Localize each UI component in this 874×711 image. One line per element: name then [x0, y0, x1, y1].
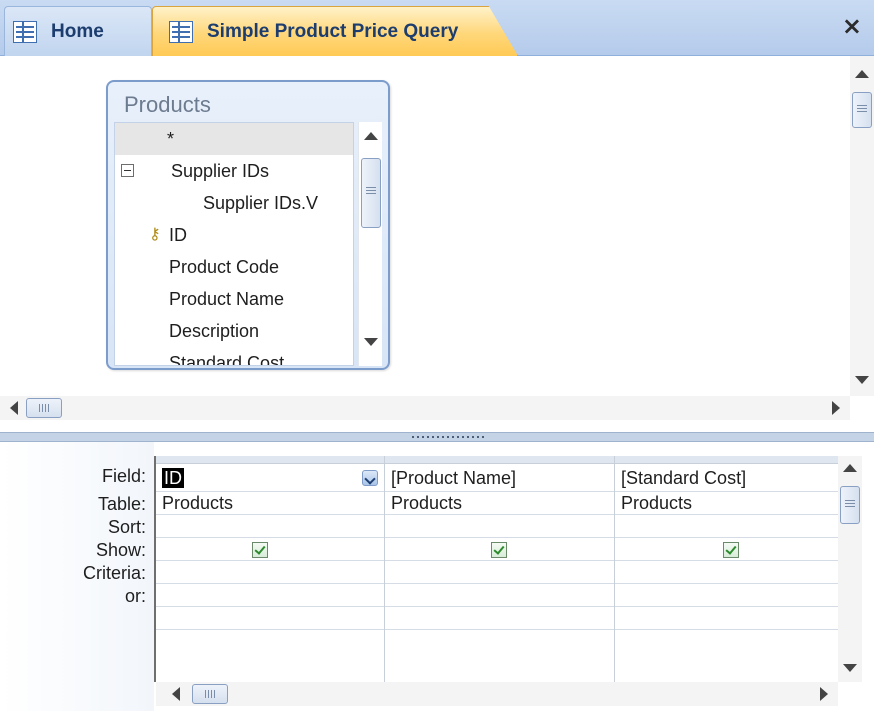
- products-table-box[interactable]: Products * Supplier IDs Supplier IDs.V ⚷…: [106, 80, 390, 370]
- scroll-left-icon[interactable]: [10, 401, 18, 415]
- show-checkbox[interactable]: [252, 542, 268, 558]
- grid-column: [Product Name] Products: [385, 456, 615, 682]
- grid-row-labels: Field: Table: Sort: Show: Criteria: or:: [0, 442, 154, 711]
- or-cell[interactable]: [385, 584, 614, 607]
- scrollbar-thumb[interactable]: [361, 158, 381, 228]
- field-cell-value: ID: [162, 468, 184, 488]
- pane-splitter[interactable]: [0, 432, 874, 442]
- field-list-item-label: Product Name: [169, 289, 285, 309]
- field-list-item-label: Supplier IDs: [171, 161, 270, 181]
- sort-cell[interactable]: [385, 515, 614, 538]
- empty-cell[interactable]: [385, 607, 614, 630]
- tab-home-label: Home: [51, 20, 104, 42]
- grid-vertical-scrollbar[interactable]: [838, 456, 862, 682]
- field-list-item-label: Standard Cost: [169, 353, 285, 366]
- field-list-item-product-name[interactable]: Product Name: [115, 283, 353, 315]
- close-icon[interactable]: ×: [842, 12, 862, 40]
- empty-cell[interactable]: [615, 607, 840, 630]
- scroll-left-icon[interactable]: [172, 687, 180, 701]
- empty-cell[interactable]: [615, 630, 840, 653]
- field-list-scrollbar[interactable]: [358, 122, 382, 366]
- document-tab-bar: Home Simple Product Price Query ×: [0, 0, 874, 56]
- or-cell[interactable]: [615, 584, 840, 607]
- show-cell[interactable]: [615, 538, 840, 561]
- table-pane-horizontal-scrollbar[interactable]: [0, 396, 850, 420]
- or-cell[interactable]: [156, 584, 384, 607]
- row-label-or: or:: [124, 586, 146, 606]
- sort-cell[interactable]: [615, 515, 840, 538]
- empty-cell[interactable]: [156, 630, 384, 653]
- row-label-show: Show:: [95, 540, 146, 560]
- field-cell[interactable]: [Product Name]: [385, 464, 614, 492]
- field-list-item-description[interactable]: Description: [115, 315, 353, 347]
- collapse-icon[interactable]: [121, 164, 134, 177]
- field-list-item-label: Supplier IDs.V: [203, 193, 319, 213]
- scroll-up-icon[interactable]: [843, 464, 857, 472]
- query-table-pane: Products * Supplier IDs Supplier IDs.V ⚷…: [0, 56, 874, 432]
- row-label-table: Table:: [97, 494, 146, 514]
- field-list-item-supplier-ids-value[interactable]: Supplier IDs.V: [115, 187, 353, 219]
- scrollbar-thumb[interactable]: [26, 398, 62, 418]
- row-label-sort: Sort:: [107, 517, 146, 537]
- empty-cell[interactable]: [385, 630, 614, 653]
- query-design-grid-area: Field: Table: Sort: Show: Criteria: or: …: [0, 442, 874, 711]
- field-cell[interactable]: [Standard Cost]: [615, 464, 840, 492]
- chevron-down-icon[interactable]: [362, 470, 378, 486]
- scroll-right-icon[interactable]: [820, 687, 828, 701]
- scrollbar-thumb[interactable]: [192, 684, 228, 704]
- scroll-down-icon[interactable]: [843, 664, 857, 672]
- field-list-item-all[interactable]: *: [115, 123, 353, 155]
- grid-column: [Standard Cost] Products: [615, 456, 840, 682]
- design-grid: ID Products [Product Name] Products [Sta…: [154, 456, 840, 682]
- tab-simple-product-price-query[interactable]: Simple Product Price Query: [152, 6, 518, 56]
- scroll-up-icon[interactable]: [855, 70, 869, 78]
- form-icon: [13, 20, 37, 43]
- table-cell[interactable]: Products: [156, 492, 384, 515]
- column-selector[interactable]: [156, 456, 384, 464]
- table-title: Products: [124, 92, 211, 117]
- scroll-up-icon[interactable]: [364, 132, 378, 140]
- scrollbar-thumb[interactable]: [840, 486, 860, 524]
- tab-query-label: Simple Product Price Query: [207, 20, 459, 42]
- scroll-right-icon[interactable]: [832, 401, 840, 415]
- show-checkbox[interactable]: [491, 542, 507, 558]
- column-selector[interactable]: [385, 456, 614, 464]
- field-list-item-label: Product Code: [169, 257, 280, 277]
- query-icon: [169, 20, 193, 43]
- show-cell[interactable]: [156, 538, 384, 561]
- field-list-item-product-code[interactable]: Product Code: [115, 251, 353, 283]
- table-cell[interactable]: Products: [615, 492, 840, 515]
- scroll-down-icon[interactable]: [364, 338, 378, 346]
- field-list-item-label: *: [167, 129, 175, 149]
- table-cell[interactable]: Products: [385, 492, 614, 515]
- field-list-item-supplier-ids[interactable]: Supplier IDs: [115, 155, 353, 187]
- show-cell[interactable]: [385, 538, 614, 561]
- empty-cell[interactable]: [156, 607, 384, 630]
- criteria-cell[interactable]: [385, 561, 614, 584]
- grid-horizontal-scrollbar[interactable]: [156, 682, 838, 706]
- show-checkbox[interactable]: [723, 542, 739, 558]
- table-pane-vertical-scrollbar[interactable]: [850, 56, 874, 396]
- criteria-cell[interactable]: [156, 561, 384, 584]
- field-cell[interactable]: ID: [156, 464, 384, 492]
- field-list-item-label: Description: [169, 321, 260, 341]
- field-list: * Supplier IDs Supplier IDs.V ⚷ ID Produ…: [114, 122, 354, 366]
- field-list-item-standard-cost[interactable]: Standard Cost: [115, 347, 353, 366]
- scroll-down-icon[interactable]: [855, 376, 869, 384]
- tab-home[interactable]: Home: [4, 6, 152, 56]
- criteria-cell[interactable]: [615, 561, 840, 584]
- sort-cell[interactable]: [156, 515, 384, 538]
- scrollbar-thumb[interactable]: [852, 92, 872, 128]
- row-label-field: Field:: [101, 466, 146, 486]
- field-list-item-label: ID: [169, 225, 187, 245]
- field-list-item-id[interactable]: ⚷ ID: [115, 219, 353, 251]
- row-label-criteria: Criteria:: [82, 563, 146, 583]
- column-selector[interactable]: [615, 456, 840, 464]
- primary-key-icon: ⚷: [149, 226, 161, 243]
- splitter-grip-icon[interactable]: [412, 436, 486, 438]
- grid-column: ID Products: [156, 456, 385, 682]
